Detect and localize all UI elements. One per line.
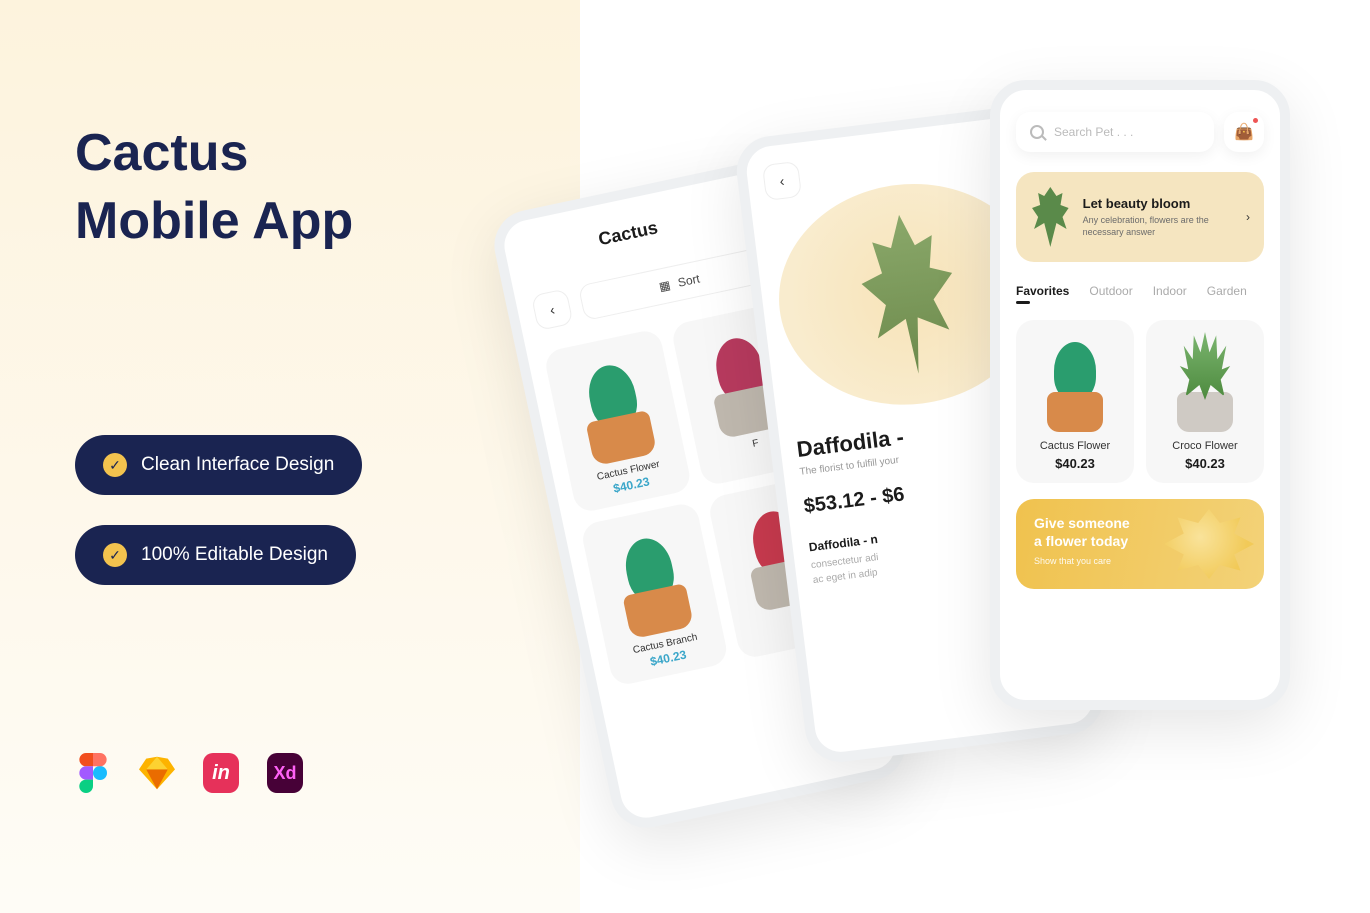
search-icon [1030, 125, 1044, 139]
product-price: $40.23 [1185, 456, 1225, 471]
promo-title-line1: Cactus [75, 124, 248, 182]
search-input[interactable]: Search Pet . . . [1016, 112, 1214, 152]
chevron-right-icon: › [1246, 210, 1250, 224]
product-name: Croco Flower [1172, 440, 1237, 452]
cart-button[interactable]: 👜 [1224, 112, 1264, 152]
bag-icon: 👜 [1234, 122, 1254, 142]
search-placeholder: Search Pet . . . [1054, 125, 1133, 139]
product-card[interactable]: Cactus Flower $40.23 [1016, 320, 1134, 483]
promo-panel: Cactus Mobile App ✓ Clean Interface Desi… [75, 120, 515, 791]
feature-pill-2: ✓ 100% Editable Design [75, 525, 356, 585]
feature-pill-1: ✓ Clean Interface Design [75, 435, 362, 495]
product-card[interactable]: Cactus Branch $40.23 [580, 501, 730, 687]
sketch-icon [139, 755, 175, 791]
plant-icon [1030, 187, 1071, 247]
product-name: F [751, 438, 759, 450]
sort-label: Sort [677, 271, 701, 289]
plant-illustration [1170, 332, 1240, 432]
xd-icon: Xd [267, 755, 303, 791]
banner-subtitle: Any celebration, flowers are the necessa… [1083, 215, 1234, 238]
feature-pill-1-label: Clean Interface Design [141, 454, 334, 476]
promo-banner-top[interactable]: Let beauty bloom Any celebration, flower… [1016, 172, 1264, 262]
check-icon: ✓ [103, 543, 127, 567]
tab-favorites[interactable]: Favorites [1016, 284, 1069, 298]
figma-icon [75, 755, 111, 791]
back-button[interactable]: ‹ [762, 161, 802, 201]
product-name: Cactus Flower [1040, 440, 1110, 452]
tab-outdoor[interactable]: Outdoor [1089, 284, 1132, 298]
category-tabs: Favorites Outdoor Indoor Garden [1016, 284, 1264, 298]
phone-mockups: Cactus ‹ ▦ Sort Cactus Flower $40.23 F C… [570, 40, 1310, 880]
plant-illustration [1040, 332, 1110, 432]
plant-illustration [601, 517, 702, 641]
phone-home: Search Pet . . . 👜 Let beauty bloom Any … [990, 80, 1290, 710]
back-button[interactable]: ‹ [531, 288, 574, 331]
promo-title-line2: Mobile App [75, 192, 353, 250]
product-card[interactable]: Croco Flower $40.23 [1146, 320, 1264, 483]
tab-indoor[interactable]: Indoor [1153, 284, 1187, 298]
invision-icon: in [203, 755, 239, 791]
plant-illustration [564, 344, 665, 468]
tab-garden[interactable]: Garden [1207, 284, 1247, 298]
tool-icons-row: in Xd [75, 755, 515, 791]
feature-pill-2-label: 100% Editable Design [141, 544, 328, 566]
banner-title: Let beauty bloom [1083, 196, 1234, 211]
promo-banner-bottom[interactable]: Give someone a flower today Show that yo… [1016, 499, 1264, 589]
check-icon: ✓ [103, 453, 127, 477]
grid-icon: ▦ [658, 278, 672, 294]
promo-title: Cactus Mobile App [75, 120, 515, 255]
notification-dot [1253, 118, 1258, 123]
product-card[interactable]: Cactus Flower $40.23 [543, 328, 693, 514]
product-price: $40.23 [1055, 456, 1095, 471]
